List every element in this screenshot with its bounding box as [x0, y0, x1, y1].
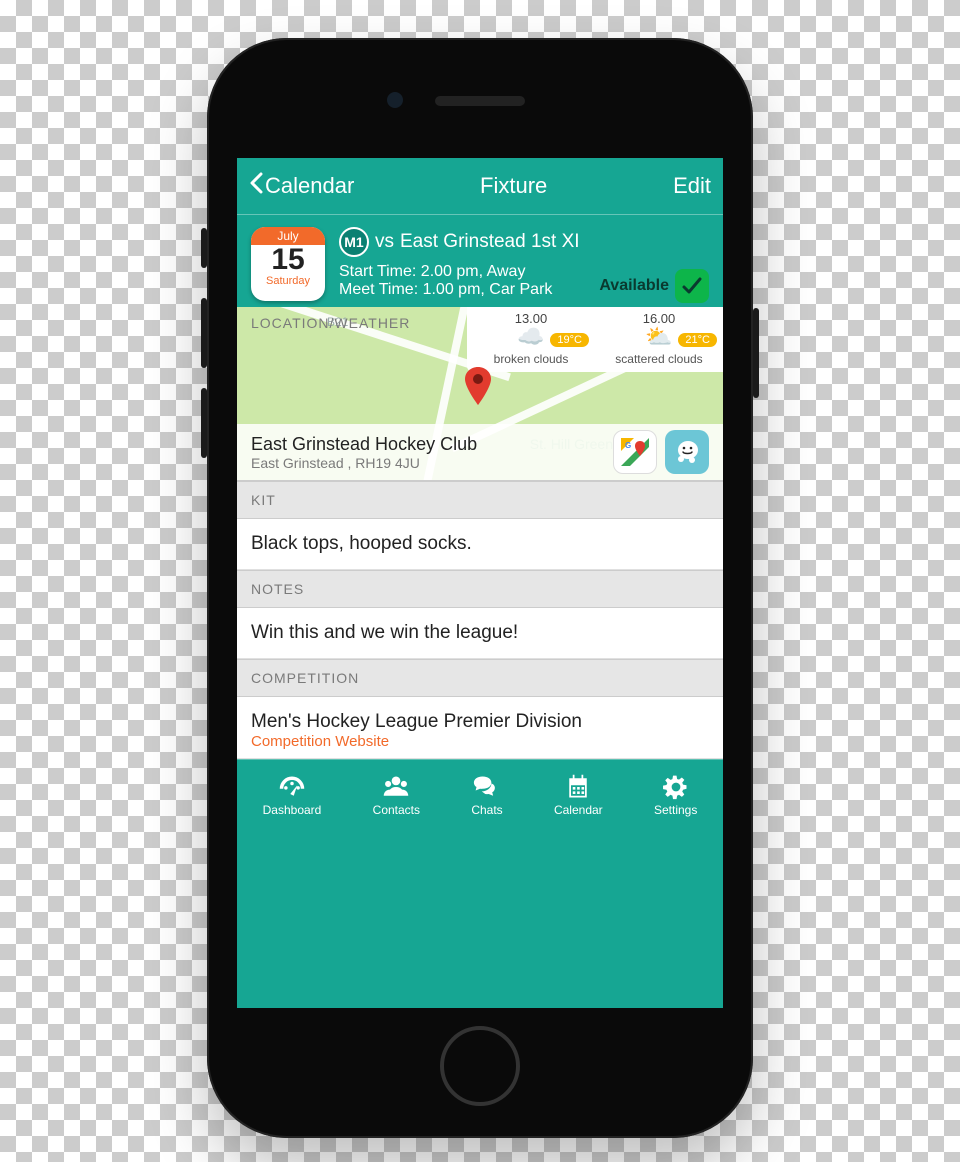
edit-button[interactable]: Edit [673, 173, 711, 199]
chat-icon [473, 773, 501, 801]
weather-slot: 16.00 ⛅ 21°C scattered clouds [595, 307, 723, 372]
tab-label: Calendar [554, 803, 603, 817]
phone-earpiece [435, 96, 525, 106]
competition-row: Men's Hockey League Premier Division Com… [237, 697, 723, 759]
phone-side-button [753, 308, 759, 398]
section-header-kit: KIT [237, 481, 723, 519]
tab-settings[interactable]: Settings [654, 773, 697, 817]
tab-label: Chats [471, 803, 502, 817]
tab-bar: Dashboard Contacts Chats Calendar Settin… [237, 759, 723, 829]
phone-mockup: Calendar Fixture Edit July 15 Saturday M… [207, 38, 753, 1138]
phone-camera [387, 92, 403, 108]
weather-temp: 19°C [550, 333, 589, 347]
waze-icon [673, 438, 701, 466]
map-pin-icon [465, 367, 491, 410]
availability-toggle[interactable]: Available [599, 269, 709, 303]
tab-dashboard[interactable]: Dashboard [263, 773, 322, 817]
google-maps-button[interactable]: G [613, 430, 657, 474]
fixture-title: M1 vs East Grinstead 1st XI [339, 227, 709, 257]
section-header-location: LOCATION/WEATHER [251, 315, 410, 331]
tab-chats[interactable]: Chats [471, 773, 502, 817]
calendar-day: 15 [251, 245, 325, 275]
nav-bar: Calendar Fixture Edit [237, 158, 723, 214]
chevron-left-icon [249, 172, 263, 200]
availability-label: Available [599, 277, 669, 295]
weather-temp: 21°C [678, 333, 717, 347]
tab-contacts[interactable]: Contacts [373, 773, 420, 817]
back-button[interactable]: Calendar [249, 172, 354, 200]
competition-name: Men's Hockey League Premier Division [251, 711, 709, 733]
weather-slot: 13.00 ☁️ 19°C broken clouds [467, 307, 595, 372]
weather-desc: scattered clouds [601, 352, 717, 366]
location-bar: East Grinstead Hockey Club East Grinstea… [237, 424, 723, 480]
weather-panel: 13.00 ☁️ 19°C broken clouds 16.00 ⛅ 21°C… [467, 307, 723, 372]
page-title: Fixture [480, 173, 547, 199]
calendar-date-icon: July 15 Saturday [251, 227, 325, 301]
fixture-header: July 15 Saturday M1 vs East Grinstead 1s… [237, 215, 723, 307]
calendar-weekday: Saturday [251, 275, 325, 291]
tab-calendar[interactable]: Calendar [554, 773, 603, 817]
back-label: Calendar [265, 173, 354, 199]
waze-button[interactable] [665, 430, 709, 474]
phone-side-button [201, 388, 207, 458]
tab-label: Settings [654, 803, 697, 817]
section-header-competition: COMPETITION [237, 659, 723, 697]
notes-text: Win this and we win the league! [237, 608, 723, 659]
calendar-icon [564, 773, 592, 801]
map-section[interactable]: B21 LOCATION/WEATHER 13.00 ☁️ 19°C broke… [237, 307, 723, 481]
home-button[interactable] [440, 1026, 520, 1106]
team-badge: M1 [339, 227, 369, 257]
google-maps-icon: G [620, 437, 650, 467]
section-header-notes: NOTES [237, 570, 723, 608]
dashboard-icon [278, 773, 306, 801]
tab-label: Dashboard [263, 803, 322, 817]
kit-text: Black tops, hooped socks. [237, 519, 723, 570]
opponent-name: East Grinstead 1st XI [400, 231, 580, 253]
check-icon [675, 269, 709, 303]
tab-label: Contacts [373, 803, 420, 817]
location-name: East Grinstead Hockey Club [251, 434, 477, 455]
weather-desc: broken clouds [473, 352, 589, 366]
phone-side-button [201, 228, 207, 268]
gear-icon [662, 773, 690, 801]
app-screen: Calendar Fixture Edit July 15 Saturday M… [237, 158, 723, 1008]
svg-text:G: G [625, 441, 631, 450]
phone-side-button [201, 298, 207, 368]
contacts-icon [382, 773, 410, 801]
versus-prefix: vs [375, 231, 394, 253]
competition-website-link[interactable]: Competition Website [251, 733, 709, 750]
location-address: East Grinstead , RH19 4JU [251, 455, 477, 471]
